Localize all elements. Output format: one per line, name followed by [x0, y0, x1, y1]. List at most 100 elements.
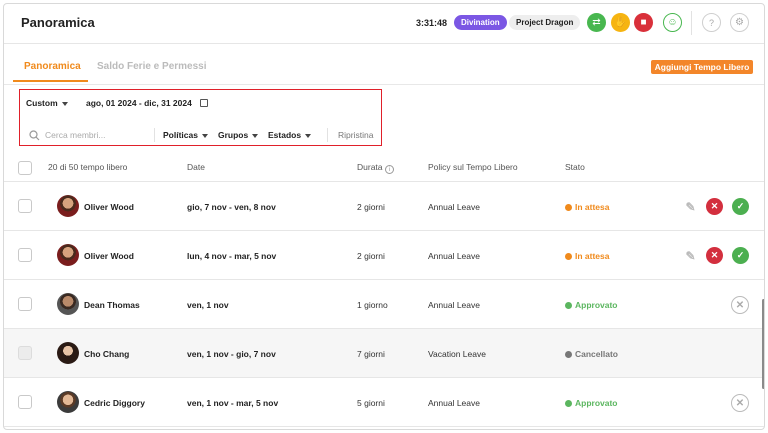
pending-icon — [565, 253, 572, 260]
settings-icon[interactable]: ⚙ — [730, 13, 749, 32]
activity-badge[interactable]: Divination — [454, 15, 507, 30]
info-icon: i — [384, 165, 394, 174]
leave-dates: ven, 1 nov - gio, 7 nov — [187, 349, 276, 359]
leave-duration: 2 giorni — [357, 202, 385, 212]
reset-filters-button[interactable]: Ripristina — [338, 130, 373, 140]
column-duration[interactable]: Durata i — [357, 162, 394, 174]
stop-icon[interactable]: ■ — [634, 13, 653, 32]
leave-policy: Annual Leave — [428, 251, 480, 261]
scrollbar[interactable] — [762, 299, 764, 389]
app-window: Panoramica 3:31:48 Divination Project Dr… — [3, 3, 765, 430]
records-count: 20 di 50 tempo libero — [48, 162, 128, 172]
header-divider — [691, 11, 692, 35]
states-filter[interactable]: Estados — [268, 130, 312, 140]
calendar-icon — [200, 99, 209, 107]
chevron-down-icon — [305, 133, 312, 138]
member-name: Dean Thomas — [84, 300, 140, 310]
groups-filter[interactable]: Grupos — [218, 130, 259, 140]
table-row[interactable]: Oliver Wood gio, 7 nov - ven, 8 nov 2 gi… — [4, 182, 764, 231]
project-badge[interactable]: Project Dragon — [509, 15, 581, 30]
hand-icon[interactable]: ✋ — [611, 13, 630, 32]
leave-dates: gio, 7 nov - ven, 8 nov — [187, 202, 276, 212]
edit-pencil-icon[interactable]: ✎ — [682, 247, 699, 264]
tab-bar: Panoramica Saldo Ferie e Permessi Aggiun… — [4, 44, 764, 85]
approve-button[interactable]: ✓ — [732, 198, 749, 215]
pending-icon — [565, 204, 572, 211]
edit-pencil-icon[interactable]: ✎ — [682, 198, 699, 215]
row-checkbox[interactable] — [18, 248, 32, 262]
avatar — [57, 195, 79, 217]
date-range-label: ago, 01 2024 - dic, 31 2024 — [86, 98, 192, 108]
column-duration-label: Durata — [357, 162, 383, 172]
cancelled-icon — [565, 351, 572, 358]
date-range-picker[interactable]: ago, 01 2024 - dic, 31 2024 — [86, 98, 209, 108]
policies-label: Políticas — [163, 130, 198, 140]
leave-dates: ven, 1 nov — [187, 300, 229, 310]
filter-divider — [327, 128, 328, 142]
cancel-circle-icon[interactable]: ✕ — [731, 394, 749, 412]
member-name: Cedric Diggory — [84, 398, 145, 408]
table-header: 20 di 50 tempo libero Date Durata i Poli… — [4, 151, 764, 182]
chevron-down-icon — [61, 101, 68, 106]
member-search[interactable]: Cerca membri... — [27, 128, 157, 142]
member-name: Oliver Wood — [84, 202, 134, 212]
leave-duration: 7 giorni — [357, 349, 385, 359]
page-title: Panoramica — [21, 15, 95, 30]
status-label: In attesa — [575, 251, 610, 261]
leave-duration: 2 giorni — [357, 251, 385, 261]
table-row[interactable]: Cedric Diggory ven, 1 nov - mar, 5 nov 5… — [4, 378, 764, 427]
range-mode-label: Custom — [26, 98, 58, 108]
tab-saldo-ferie[interactable]: Saldo Ferie e Permessi — [97, 61, 207, 72]
chevron-down-icon — [201, 133, 208, 138]
approved-icon — [565, 400, 572, 407]
policies-filter[interactable]: Políticas — [163, 130, 208, 140]
chevron-down-icon — [252, 133, 259, 138]
column-status[interactable]: Stato — [565, 162, 585, 172]
status-badge: Cancellato — [565, 349, 618, 359]
table-row[interactable]: Dean Thomas ven, 1 nov 1 giorno Annual L… — [4, 280, 764, 329]
status-badge: In attesa — [565, 251, 610, 261]
avatar — [57, 244, 79, 266]
leave-dates: lun, 4 nov - mar, 5 nov — [187, 251, 277, 261]
range-mode-select[interactable]: Custom — [26, 98, 68, 108]
top-header: Panoramica 3:31:48 Divination Project Dr… — [4, 4, 764, 44]
approved-icon — [565, 302, 572, 309]
search-input[interactable]: Cerca membri... — [45, 130, 105, 140]
status-label: Approvato — [575, 398, 618, 408]
swap-icon[interactable]: ⇄ — [587, 13, 606, 32]
tab-panoramica[interactable]: Panoramica — [24, 61, 81, 72]
status-label: In attesa — [575, 202, 610, 212]
active-tab-underline — [13, 80, 88, 82]
avatar — [57, 342, 79, 364]
cancel-circle-icon[interactable]: ✕ — [731, 296, 749, 314]
member-name: Oliver Wood — [84, 251, 134, 261]
row-checkbox[interactable] — [18, 297, 32, 311]
status-badge: Approvato — [565, 398, 618, 408]
groups-label: Grupos — [218, 130, 249, 140]
status-label: Cancellato — [575, 349, 618, 359]
column-policy[interactable]: Policy sul Tempo Libero — [428, 162, 518, 172]
row-checkbox[interactable] — [18, 395, 32, 409]
avatar — [57, 293, 79, 315]
filter-panel: Custom ago, 01 2024 - dic, 31 2024 Cerca… — [19, 89, 382, 146]
user-icon[interactable]: ☺ — [663, 13, 682, 32]
status-label: Approvato — [575, 300, 618, 310]
add-time-off-button[interactable]: Aggiungi Tempo Libero — [651, 60, 753, 74]
search-icon — [29, 130, 40, 141]
approve-button[interactable]: ✓ — [732, 247, 749, 264]
leave-duration: 5 giorni — [357, 398, 385, 408]
leave-policy: Annual Leave — [428, 300, 480, 310]
leave-policy: Annual Leave — [428, 398, 480, 408]
table-row[interactable]: Oliver Wood lun, 4 nov - mar, 5 nov 2 gi… — [4, 231, 764, 280]
reject-button[interactable]: ✕ — [706, 198, 723, 215]
states-label: Estados — [268, 130, 302, 140]
status-badge: In attesa — [565, 202, 610, 212]
column-date[interactable]: Date — [187, 162, 205, 172]
help-icon[interactable]: ? — [702, 13, 721, 32]
leave-policy: Vacation Leave — [428, 349, 486, 359]
row-checkbox[interactable] — [18, 199, 32, 213]
table-row[interactable]: Cho Chang ven, 1 nov - gio, 7 nov 7 gior… — [4, 329, 764, 378]
reject-button[interactable]: ✕ — [706, 247, 723, 264]
select-all-checkbox[interactable] — [18, 161, 32, 175]
status-badge: Approvato — [565, 300, 618, 310]
